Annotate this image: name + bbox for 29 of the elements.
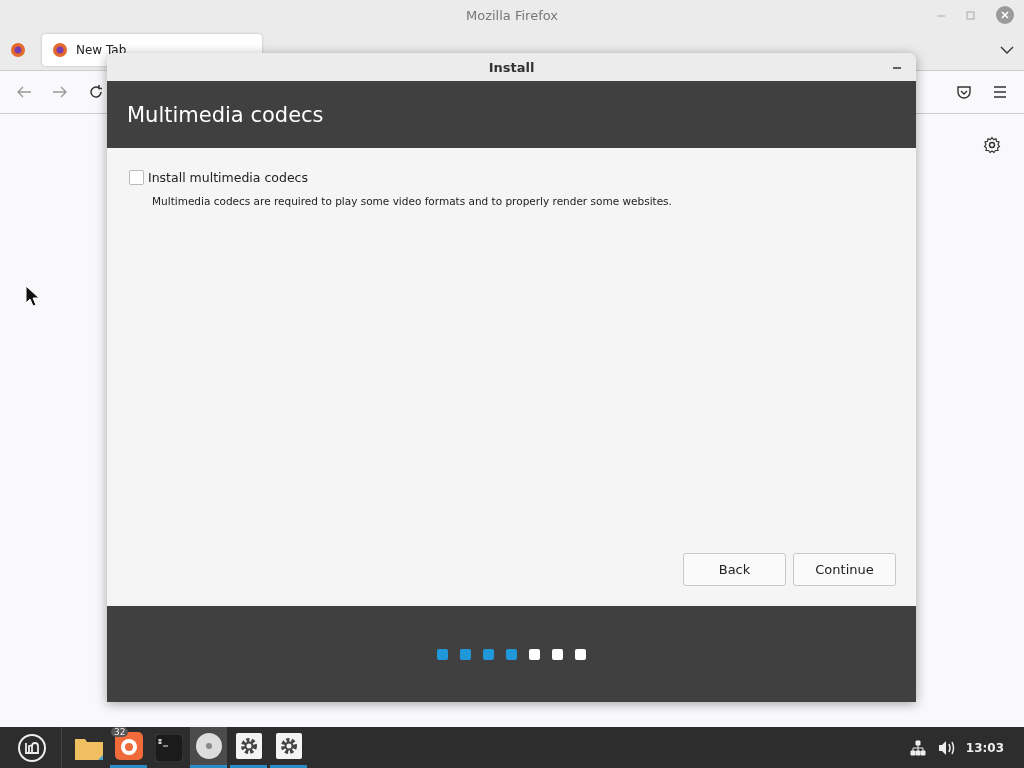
back-arrow-icon[interactable] — [16, 85, 32, 99]
pocket-icon[interactable] — [956, 84, 972, 100]
close-icon[interactable] — [996, 6, 1014, 24]
menu-icon[interactable] — [992, 85, 1008, 99]
continue-button[interactable]: Continue — [793, 553, 896, 586]
chevron-down-icon[interactable] — [1000, 45, 1014, 55]
terminal-icon — [154, 733, 183, 762]
description-text: Multimedia codecs are required to play some video formats and to properly render some websites. — [152, 195, 673, 207]
window-title: Mozilla Firefox — [466, 7, 558, 23]
checkbox[interactable] — [129, 170, 144, 185]
count-badge: 32 — [111, 727, 129, 737]
back-button[interactable]: Back — [683, 553, 786, 586]
menu-logo-icon[interactable] — [17, 732, 47, 763]
taskbar-app[interactable]: 32 — [110, 727, 147, 768]
checkbox-label[interactable]: Install multimedia codecs — [148, 170, 308, 185]
mouse-pointer-icon — [25, 285, 41, 307]
dialog-title: Install — [488, 59, 535, 75]
reload-icon[interactable] — [88, 84, 104, 100]
clock[interactable]: 13:03 — [965, 740, 1004, 755]
minimize-icon[interactable] — [892, 66, 902, 70]
volume-icon[interactable] — [937, 739, 956, 756]
taskbar-app[interactable] — [190, 727, 227, 768]
gear-icon — [235, 733, 262, 759]
settings-icon[interactable] — [983, 136, 1001, 154]
page-heading: Multimedia codecs — [127, 102, 324, 127]
forward-arrow-icon[interactable] — [52, 85, 68, 99]
network-icon[interactable] — [909, 739, 926, 756]
disc-icon — [194, 732, 223, 760]
gear-icon — [275, 733, 302, 759]
